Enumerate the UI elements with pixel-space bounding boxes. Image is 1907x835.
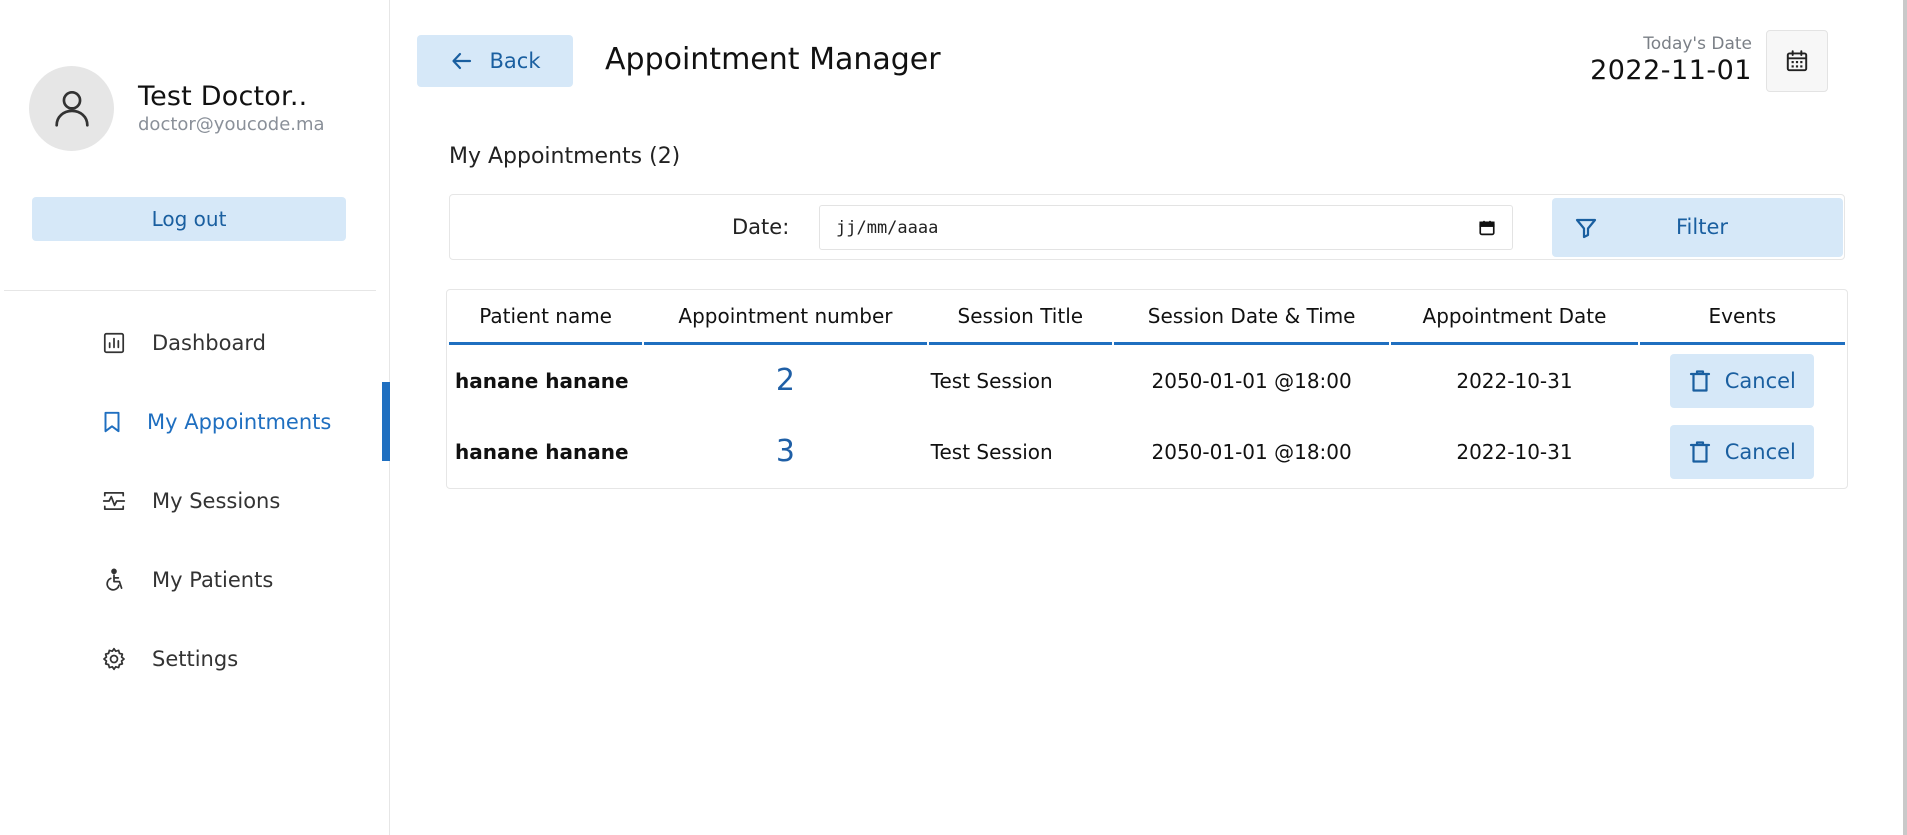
patient-name-cell: hanane hanane [455,439,629,464]
date-filter-placeholder: jj/mm/aaaa [836,217,939,238]
filter-bar: Date: jj/mm/aaaa Filter [449,194,1845,260]
page-scrollbar[interactable] [1903,0,1907,835]
logout-button[interactable]: Log out [32,197,346,241]
sessions-icon [101,488,127,514]
page-title: Appointment Manager [605,42,941,77]
cancel-button-label: Cancel [1724,439,1796,464]
session-datetime-cell: 2050-01-01 @18:00 [1151,439,1352,464]
events-cell: Cancel [1640,416,1845,487]
back-button-label: Back [489,49,541,73]
active-indicator [382,382,390,461]
column-header-patient-name: Patient name [449,290,643,345]
avatar [29,65,114,151]
arrow-left-icon [451,52,471,70]
table-header-row: Patient name Appointment number Session … [449,290,1845,345]
profile-email: doctor@youcode.ma [138,114,325,135]
appointment-date-cell: 2022-10-31 [1456,439,1573,464]
profile-name: Test Doctor.. [138,81,308,112]
cancel-button-label: Cancel [1724,368,1796,393]
column-header-events: Events [1639,290,1845,345]
column-header-appointment-date: Appointment Date [1391,290,1638,345]
sidebar-item-dashboard[interactable]: Dashboard [0,303,390,382]
events-cell: Cancel [1640,345,1845,416]
session-title-cell: Test Session [930,368,1053,393]
table-row: hanane hanane 3 Test Session 2050-01-01 … [449,416,1845,487]
column-header-session-date-time: Session Date & Time [1113,290,1390,345]
sidebar: Test Doctor.. doctor@youcode.ma Log out … [0,0,390,835]
date-filter-input[interactable]: jj/mm/aaaa [819,205,1513,250]
today-date-value: 2022-11-01 [1590,55,1752,86]
filter-button[interactable]: Filter [1552,198,1843,257]
gear-icon [101,646,127,672]
section-title: My Appointments (2) [449,144,681,169]
filter-icon [1575,218,1597,239]
bookmark-icon [99,409,125,435]
appointment-number-cell: 2 [775,363,796,398]
date-filter-label: Date: [732,215,790,239]
sidebar-nav: Dashboard My Appointments My Sessions My… [0,303,390,698]
sidebar-item-label: My Patients [152,567,274,592]
sidebar-item-my-patients[interactable]: My Patients [0,540,390,619]
session-title-cell: Test Session [930,439,1053,464]
profile-card: Test Doctor.. doctor@youcode.ma [29,64,325,152]
appointment-date-cell: 2022-10-31 [1456,368,1573,393]
appointment-number-cell: 3 [775,434,796,469]
session-datetime-cell: 2050-01-01 @18:00 [1151,368,1352,393]
sidebar-item-my-sessions[interactable]: My Sessions [0,461,390,540]
column-header-session-title: Session Title [928,290,1112,345]
user-icon [54,90,89,127]
calendar-button[interactable] [1766,30,1828,92]
column-header-appointment-number: Appointment number [644,290,927,345]
sidebar-divider [4,290,376,291]
patient-name-cell: hanane hanane [455,368,629,393]
today-date-block: Today's Date 2022-11-01 [1590,34,1752,86]
appointments-table: Patient name Appointment number Session … [446,289,1848,489]
wheelchair-icon [101,567,127,593]
table-row: hanane hanane 2 Test Session 2050-01-01 … [449,345,1845,416]
dashboard-icon [101,330,127,356]
today-date-label: Today's Date [1643,34,1752,54]
sidebar-item-label: My Sessions [152,488,281,513]
sidebar-item-settings[interactable]: Settings [0,619,390,698]
filter-button-label: Filter [1676,215,1729,239]
back-button[interactable]: Back [417,35,573,87]
sidebar-item-my-appointments[interactable]: My Appointments [0,382,390,461]
trash-icon [1689,369,1710,392]
calendar-icon [1786,50,1808,72]
sidebar-item-label: Settings [152,646,239,671]
sidebar-item-label: Dashboard [152,330,266,355]
cancel-appointment-button[interactable]: Cancel [1670,353,1815,408]
calendar-picker-icon[interactable] [1478,219,1496,237]
sidebar-item-label: My Appointments [147,409,332,434]
cancel-appointment-button[interactable]: Cancel [1670,424,1815,479]
trash-icon [1689,440,1710,463]
